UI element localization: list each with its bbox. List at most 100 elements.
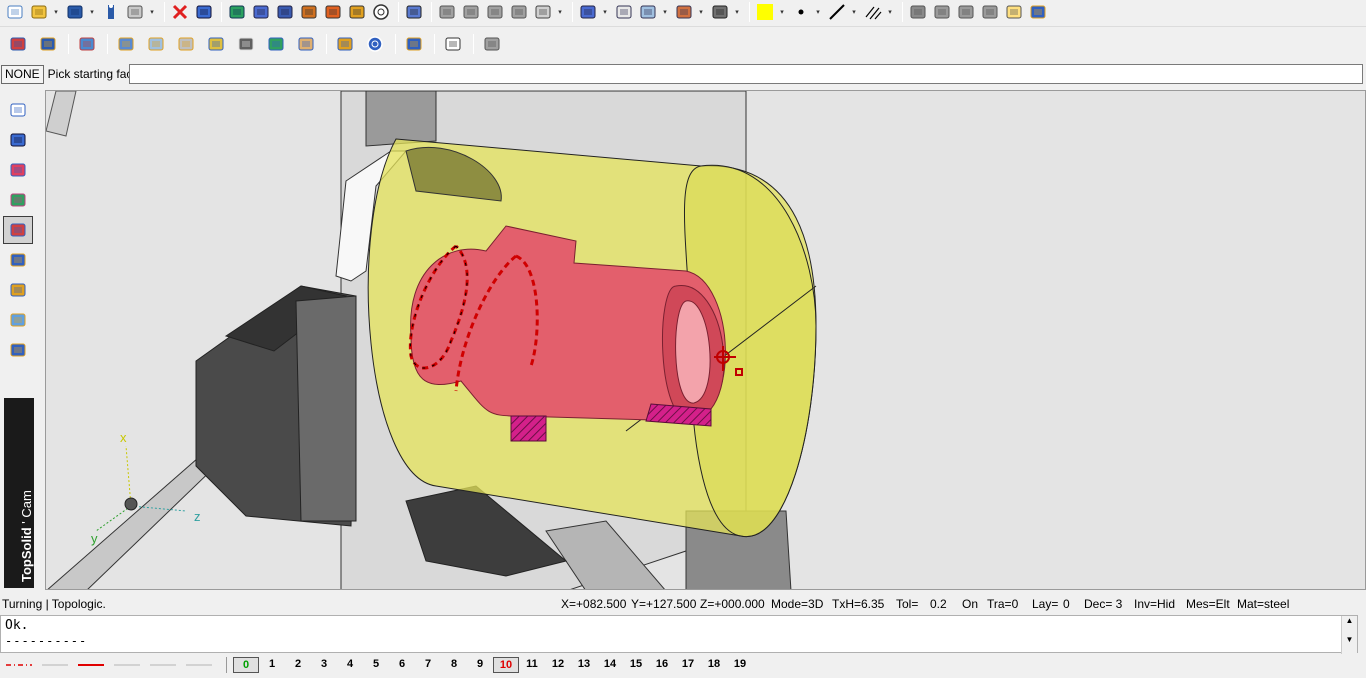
chevron-down-icon[interactable]: ▾ — [733, 8, 741, 16]
layer-10-button[interactable]: 10 — [493, 657, 519, 673]
layer-3-button[interactable]: 3 — [311, 657, 337, 673]
tool-holder-button[interactable] — [34, 30, 62, 58]
zoom-window-button[interactable] — [613, 1, 635, 23]
chevron-down-icon[interactable]: ▾ — [814, 8, 822, 16]
layer-11-button[interactable]: 11 — [519, 657, 545, 673]
line-type-swatch[interactable] — [40, 658, 70, 672]
chevron-down-icon[interactable]: ▾ — [886, 8, 894, 16]
turning-tool-button[interactable] — [4, 30, 32, 58]
layer-9-button[interactable]: 9 — [467, 657, 493, 673]
snap-button[interactable] — [709, 1, 731, 23]
hook-button[interactable] — [508, 1, 530, 23]
paint-button[interactable] — [322, 1, 344, 23]
point-style-button[interactable] — [790, 1, 812, 23]
prompt-input[interactable] — [129, 64, 1363, 84]
line-type-swatch[interactable] — [112, 658, 142, 672]
gear-group-button[interactable] — [931, 1, 953, 23]
link-button[interactable] — [436, 1, 458, 23]
layer-17-button[interactable]: 17 — [675, 657, 701, 673]
layer-18-button[interactable]: 18 — [701, 657, 727, 673]
chevron-down-icon[interactable]: ▾ — [601, 8, 609, 16]
layer-1-button[interactable]: 1 — [259, 657, 285, 673]
list-filter-button[interactable] — [532, 1, 554, 23]
delete-x-button[interactable] — [169, 1, 191, 23]
roughing-button[interactable] — [142, 30, 170, 58]
status-tol-label[interactable]: Tol= — [896, 597, 918, 611]
layer-15-button[interactable]: 15 — [623, 657, 649, 673]
bars-button[interactable] — [484, 1, 506, 23]
scroll-up-icon[interactable]: ▲ — [1342, 616, 1357, 625]
sidebar-documents-button[interactable] — [3, 306, 33, 334]
line-type-swatch[interactable] — [4, 658, 34, 672]
tree-button[interactable] — [979, 1, 1001, 23]
layer-6-button[interactable]: 6 — [389, 657, 415, 673]
line-style-button[interactable] — [826, 1, 848, 23]
chevron-down-icon[interactable]: ▾ — [88, 8, 96, 16]
sidebar-draft-button[interactable] — [3, 156, 33, 184]
chevron-down-icon[interactable]: ▾ — [52, 8, 60, 16]
target-button[interactable] — [361, 30, 389, 58]
clipboard-button[interactable] — [400, 30, 428, 58]
layer-8-button[interactable]: 8 — [441, 657, 467, 673]
graphics-viewport[interactable]: x y z — [45, 90, 1366, 590]
parting-button[interactable] — [292, 30, 320, 58]
layer-0-button[interactable]: 0 — [233, 657, 259, 673]
status-lay-value[interactable]: 0 — [1063, 597, 1070, 611]
grooving-button[interactable] — [202, 30, 230, 58]
layer-7-button[interactable]: 7 — [415, 657, 441, 673]
layer-19-button[interactable]: 19 — [727, 657, 753, 673]
status-inv[interactable]: Inv=Hid — [1134, 597, 1175, 611]
status-dec[interactable]: Dec= 3 — [1084, 597, 1122, 611]
sidebar-assembly-button[interactable] — [3, 186, 33, 214]
new-file-button[interactable] — [4, 1, 26, 23]
nc-program-button[interactable] — [439, 30, 467, 58]
print-button[interactable] — [124, 1, 146, 23]
chevron-down-icon[interactable]: ▾ — [661, 8, 669, 16]
sidebar-design-pencil-button[interactable] — [3, 96, 33, 124]
status-on[interactable]: On — [962, 597, 978, 611]
zoom-button[interactable] — [577, 1, 599, 23]
chevron-down-icon[interactable]: ▾ — [778, 8, 786, 16]
chevron-down-icon[interactable]: ▾ — [148, 8, 156, 16]
facing-button[interactable] — [112, 30, 140, 58]
select-cursor-button[interactable] — [403, 1, 425, 23]
save-button[interactable] — [64, 1, 86, 23]
drilling-button[interactable] — [262, 30, 290, 58]
sidebar-simulation-people-button[interactable] — [3, 336, 33, 364]
stock-button[interactable] — [73, 30, 101, 58]
cross-tool-button[interactable] — [460, 1, 482, 23]
layer-5-button[interactable]: 5 — [363, 657, 389, 673]
settings-sliders-button[interactable] — [274, 1, 296, 23]
hammer-button[interactable] — [298, 1, 320, 23]
open-folder-button[interactable] — [28, 1, 50, 23]
view-export-button[interactable] — [637, 1, 659, 23]
modify-button[interactable] — [226, 1, 248, 23]
sidebar-machining-button[interactable] — [3, 246, 33, 274]
none-mode-button[interactable]: NONE — [1, 64, 44, 84]
document-up-button[interactable] — [1003, 1, 1025, 23]
scroll-down-icon[interactable]: ▼ — [1342, 635, 1357, 644]
info-button[interactable] — [100, 1, 122, 23]
status-mat[interactable]: Mat=steel — [1237, 597, 1289, 611]
color-swatch-button[interactable] — [754, 1, 776, 23]
wizard-button[interactable] — [1027, 1, 1049, 23]
sidebar-cam-turning-button[interactable] — [3, 216, 33, 244]
console-scrollbar[interactable]: ▲ ▼ — [1341, 616, 1357, 654]
console-output[interactable]: Ok. ---------- ▲ ▼ — [0, 615, 1358, 654]
status-tra[interactable]: Tra=0 — [987, 597, 1018, 611]
status-lay-label[interactable]: Lay= — [1032, 597, 1058, 611]
hatch-style-button[interactable] — [862, 1, 884, 23]
brush-button[interactable] — [346, 1, 368, 23]
line-type-swatch[interactable] — [148, 658, 178, 672]
layer-16-button[interactable]: 16 — [649, 657, 675, 673]
simulation-button[interactable] — [331, 30, 359, 58]
layer-4-button[interactable]: 4 — [337, 657, 363, 673]
line-type-swatch[interactable] — [76, 658, 106, 672]
status-txh[interactable]: TxH=6.35 — [832, 597, 884, 611]
line-type-swatch[interactable] — [184, 658, 214, 672]
clock-button[interactable] — [370, 1, 392, 23]
layer-button[interactable] — [907, 1, 929, 23]
visibility-button[interactable] — [673, 1, 695, 23]
layer-14-button[interactable]: 14 — [597, 657, 623, 673]
layer-12-button[interactable]: 12 — [545, 657, 571, 673]
